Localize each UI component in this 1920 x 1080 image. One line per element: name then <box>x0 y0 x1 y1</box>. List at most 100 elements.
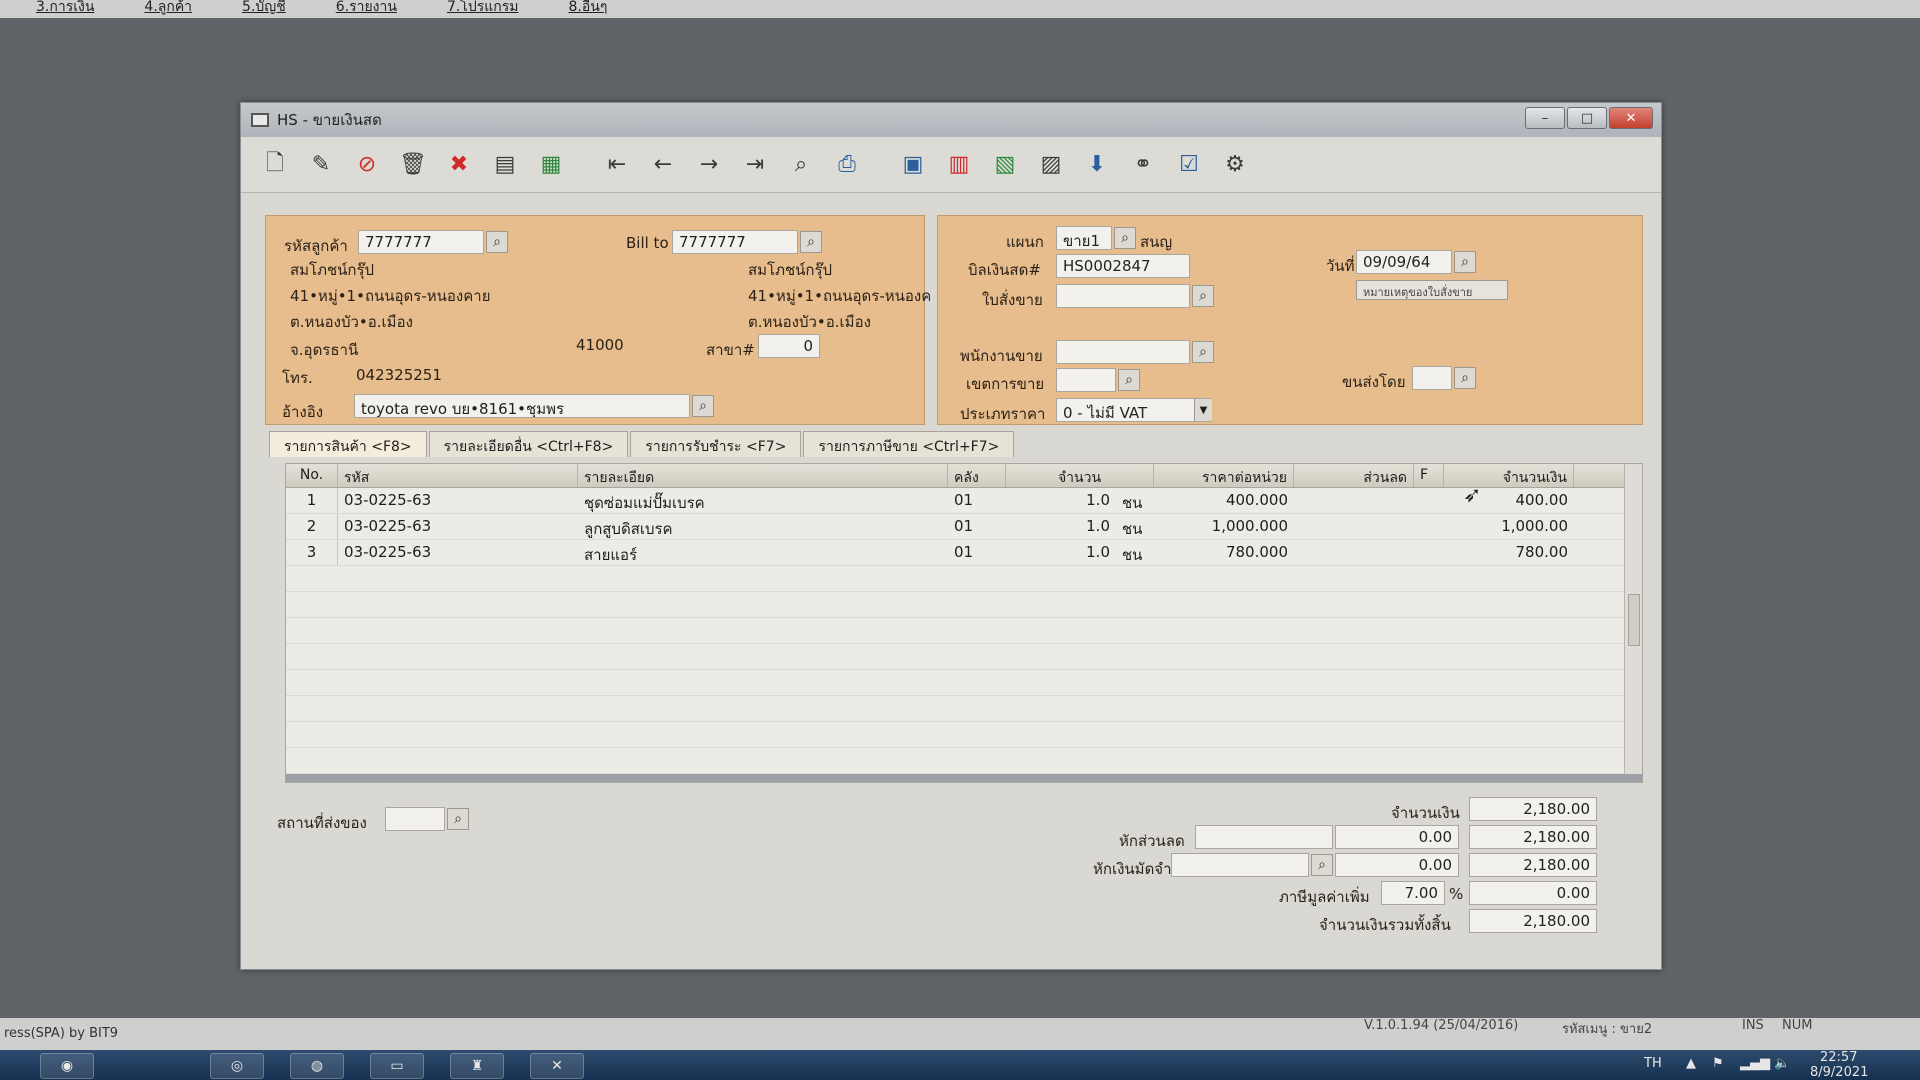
edit-icon[interactable]: ✎ <box>303 147 339 183</box>
deposit-text-field[interactable] <box>1171 853 1309 877</box>
search-document-icon[interactable]: ⌕ <box>783 147 819 183</box>
header-quantity[interactable]: จำนวน <box>1006 464 1154 487</box>
top-menu-item[interactable]: 6.รายงาน <box>336 0 397 18</box>
first-record-icon[interactable]: ⇤ <box>599 147 635 183</box>
network-icon[interactable]: ▂▄▆ <box>1740 1056 1770 1071</box>
reference-field[interactable]: toyota revo บย•8161•ชุมพร <box>354 394 690 418</box>
customer-search-icon[interactable]: ⌕ <box>486 231 508 253</box>
empty-row[interactable] <box>286 566 1642 592</box>
maximize-button[interactable]: □ <box>1567 107 1607 129</box>
header-code[interactable]: รหัส <box>338 464 578 487</box>
empty-row[interactable] <box>286 670 1642 696</box>
branch-field[interactable]: 0 <box>758 334 820 358</box>
empty-row[interactable] <box>286 592 1642 618</box>
salesman-search-icon[interactable]: ⌕ <box>1192 341 1214 363</box>
clock-date[interactable]: 8/9/2021 <box>1810 1065 1868 1080</box>
department-field[interactable]: ขาย1 <box>1056 226 1112 250</box>
sales-order-field[interactable] <box>1056 284 1190 308</box>
title-bar[interactable]: HS - ขายเงินสด – □ ✕ <box>241 103 1661 137</box>
deposit-amount-field[interactable]: 0.00 <box>1335 853 1459 877</box>
stock-icon[interactable]: ▧ <box>987 147 1023 183</box>
header-unit-price[interactable]: ราคาต่อหน่วย <box>1154 464 1294 487</box>
language-indicator[interactable]: TH <box>1644 1056 1662 1071</box>
bill-number-field[interactable]: HS0002847 <box>1056 254 1190 278</box>
top-menu-item[interactable]: 7.โปรแกรม <box>447 0 519 18</box>
taskbar-program-icon[interactable]: ♜ <box>450 1053 504 1079</box>
header-discount[interactable]: ส่วนลด <box>1294 464 1414 487</box>
ship-by-search-icon[interactable]: ⌕ <box>1454 367 1476 389</box>
header-no[interactable]: No. <box>286 464 338 487</box>
sales-order-search-icon[interactable]: ⌕ <box>1192 285 1214 307</box>
top-menu-item[interactable]: 3.การเงิน <box>36 0 94 18</box>
last-record-icon[interactable]: ⇥ <box>737 147 773 183</box>
date-picker-icon[interactable]: ⌕ <box>1454 251 1476 273</box>
ok-icon[interactable]: ☑ <box>1171 147 1207 183</box>
print-icon[interactable]: ⎙ <box>829 147 865 183</box>
department-search-icon[interactable]: ⌕ <box>1114 227 1136 249</box>
settings-icon[interactable]: ⚙ <box>1217 147 1253 183</box>
tab-sales-tax[interactable]: รายการภาษีขาย <Ctrl+F7> <box>803 431 1015 457</box>
tab-other-details[interactable]: รายละเอียดอื่น <Ctrl+F8> <box>428 431 629 457</box>
date-field[interactable]: 09/09/64 <box>1356 250 1452 274</box>
empty-row[interactable] <box>286 722 1642 748</box>
ship-by-field[interactable] <box>1412 366 1452 390</box>
empty-row[interactable] <box>286 618 1642 644</box>
approve-icon[interactable]: ⬇ <box>1079 147 1115 183</box>
new-document-icon[interactable]: 🗋 <box>257 147 293 183</box>
vat-rate-field[interactable]: 7.00 <box>1381 881 1445 905</box>
header-warehouse[interactable]: คลัง <box>948 464 1006 487</box>
grid-horizontal-scrollbar[interactable] <box>286 774 1642 782</box>
taskbar-app-icon[interactable]: ◉ <box>40 1053 94 1079</box>
top-menu-item[interactable]: 5.บัญชี <box>242 0 286 18</box>
header-description[interactable]: รายละเอียด <box>578 464 948 487</box>
empty-row[interactable] <box>286 644 1642 670</box>
taskbar-folder-icon[interactable]: ▭ <box>370 1053 424 1079</box>
bill-to-search-icon[interactable]: ⌕ <box>800 231 822 253</box>
barcode-icon[interactable]: ▨ <box>1033 147 1069 183</box>
cancel-icon[interactable]: ✖ <box>441 147 477 183</box>
sales-area-field[interactable] <box>1056 368 1116 392</box>
empty-row[interactable] <box>286 748 1642 774</box>
chevron-down-icon[interactable]: ▼ <box>1194 399 1212 421</box>
taskbar-browser-icon[interactable]: ◍ <box>290 1053 344 1079</box>
save-icon[interactable]: ▤ <box>487 147 523 183</box>
empty-row[interactable] <box>286 696 1642 722</box>
price-type-select[interactable]: 0 - ไม่มี VAT <box>1056 398 1212 422</box>
ship-place-search-icon[interactable]: ⌕ <box>447 808 469 830</box>
volume-icon[interactable]: 🔈 <box>1774 1056 1790 1071</box>
books-icon[interactable]: ▦ <box>533 147 569 183</box>
flag-icon[interactable]: ⚑ <box>1712 1056 1724 1071</box>
delete-icon[interactable]: 🗑 <box>395 147 431 183</box>
void-icon[interactable]: ⊘ <box>349 147 385 183</box>
discount-text-field[interactable] <box>1195 825 1333 849</box>
calculator-icon[interactable]: ▣ <box>895 147 931 183</box>
header-flag[interactable]: F <box>1414 464 1444 487</box>
deposit-search-icon[interactable]: ⌕ <box>1311 854 1333 876</box>
table-row[interactable]: 2 03-0225-63 ลูกสูบดิสเบรค 01 1.0 ชน 1,0… <box>286 514 1642 540</box>
previous-record-icon[interactable]: ← <box>645 147 681 183</box>
close-button[interactable]: ✕ <box>1609 107 1653 129</box>
minimize-button[interactable]: – <box>1525 107 1565 129</box>
discount-amount-field[interactable]: 0.00 <box>1335 825 1459 849</box>
tab-items[interactable]: รายการสินค้า <F8> <box>269 431 427 457</box>
taskbar-excel-icon[interactable]: ✕ <box>530 1053 584 1079</box>
link-icon[interactable]: ⚭ <box>1125 147 1161 183</box>
taskbar-app-icon[interactable]: ◎ <box>210 1053 264 1079</box>
top-menu-item[interactable]: 8.อื่นๆ <box>568 0 607 18</box>
bill-to-field[interactable]: 7777777 <box>672 230 798 254</box>
tray-expand-icon[interactable]: ▲ <box>1686 1056 1696 1071</box>
next-record-icon[interactable]: → <box>691 147 727 183</box>
scrollbar-thumb[interactable] <box>1628 594 1640 646</box>
salesman-field[interactable] <box>1056 340 1190 364</box>
top-menu-item[interactable]: 4.ลูกค้า <box>144 0 192 18</box>
sales-area-search-icon[interactable]: ⌕ <box>1118 369 1140 391</box>
table-row[interactable]: 1 03-0225-63 ชุดซ่อมแม่ปั๊มเบรค 01 1.0 ช… <box>286 488 1642 514</box>
customer-code-field[interactable]: 7777777 <box>358 230 484 254</box>
ship-place-field[interactable] <box>385 807 445 831</box>
report-icon[interactable]: ▥ <box>941 147 977 183</box>
table-row[interactable]: 3 03-0225-63 สายแอร์ 01 1.0 ชน 780.000 7… <box>286 540 1642 566</box>
tab-payments[interactable]: รายการรับชำระ <F7> <box>630 431 802 457</box>
order-note-button[interactable]: หมายเหตุของใบสั่งขาย <box>1356 280 1508 300</box>
grid-vertical-scrollbar[interactable] <box>1624 464 1642 782</box>
clock-time[interactable]: 22:57 <box>1820 1050 1857 1065</box>
